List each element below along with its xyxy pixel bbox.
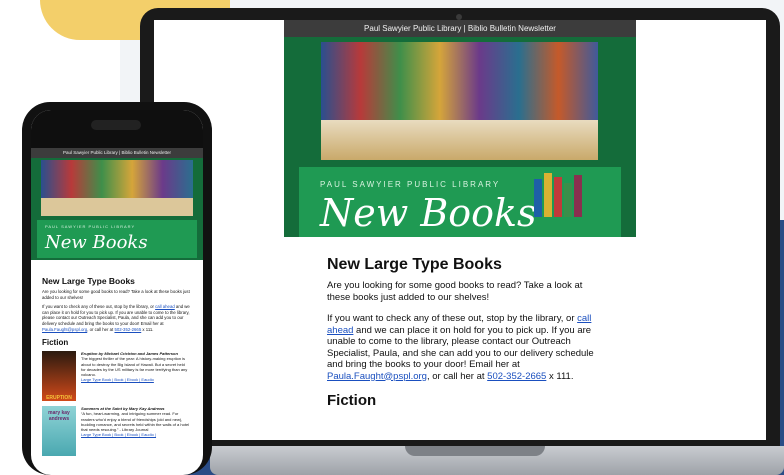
email-link[interactable]: Paula.Faught@pspl.org (327, 371, 427, 382)
phone-link[interactable]: 502-352-2665 (487, 371, 546, 382)
section-title: New Large Type Books (327, 256, 502, 273)
book-description: The biggest thriller of the year: A hist… (81, 356, 188, 377)
hero-kicker: PAUL SAWYIER PUBLIC LIBRARY (320, 180, 501, 189)
text: If you want to check any of these out, s… (42, 304, 156, 310)
newsletter-body: New Large Type Books Are you looking for… (327, 256, 607, 409)
section-title: New Large Type Books (42, 276, 135, 286)
fiction-heading: Fiction (327, 392, 377, 409)
format-links[interactable]: Large Type Book | Book | Ebook | Eaudio (81, 377, 190, 382)
notch (91, 120, 141, 130)
format-links[interactable]: Large Type Book | Book | Ebook | Eaudio … (81, 432, 190, 437)
book-description: “A fun, heart-warming, and intriguing su… (81, 411, 190, 432)
phone-link[interactable]: 502-352-2665 (114, 327, 141, 332)
book-icon (564, 183, 572, 217)
email-link[interactable]: Paula.Faught@pspl.org (42, 327, 87, 332)
phone-body: New Large Type Books Are you looking for… (42, 276, 190, 461)
hero-title: New Books (320, 191, 537, 235)
text: , or call her at (87, 326, 115, 332)
book-info: Eruption by Michael Crichton and James P… (81, 351, 190, 401)
text: x 111. (546, 370, 574, 382)
text: and we can place it on hold for you to p… (327, 324, 594, 371)
info-paragraph: If you want to check any of these out, s… (42, 304, 190, 332)
books-photo (321, 42, 598, 160)
hero-kicker: PAUL SAWYIER PUBLIC LIBRARY (45, 224, 136, 229)
laptop: Paul Sawyier Public Library | Biblio Bul… (140, 8, 780, 448)
book-cover[interactable]: ERUPTION (42, 351, 76, 402)
book-icon (544, 173, 552, 217)
fiction-heading: Fiction (42, 338, 69, 348)
phone-screen: Paul Sawyier Public Library | Biblio Bul… (31, 110, 203, 475)
hero-banner: PAUL SAWYIER PUBLIC LIBRARY New Books (284, 37, 636, 237)
cover-text: ERUPTION (46, 395, 72, 402)
book-icon (574, 175, 582, 217)
info-paragraph: If you want to check any of these out, s… (327, 313, 607, 382)
book-icon (534, 179, 542, 217)
text: If you want to check any of these out, s… (327, 313, 578, 324)
hero-title: New Books (45, 232, 148, 253)
call-ahead-link[interactable]: call ahead (155, 304, 175, 309)
phone-newsletter-header: Paul Sawyier Public Library | Biblio Bul… (31, 148, 203, 158)
text: , or call her at (426, 370, 488, 382)
text: x 111. (141, 326, 154, 332)
cover-text: mary kay andrews (48, 410, 70, 423)
books-photo (41, 160, 193, 216)
book-cover[interactable]: mary kay andrews (42, 406, 76, 457)
list-item: ERUPTION Eruption by Michael Crichton an… (42, 351, 190, 402)
intro-text: Are you looking for some good books to r… (327, 280, 583, 303)
book-icon (554, 177, 562, 217)
newsletter-header: Paul Sawyier Public Library | Biblio Bul… (284, 20, 636, 37)
laptop-screen: Paul Sawyier Public Library | Biblio Bul… (154, 20, 766, 440)
list-item: mary kay andrews Summers at the Saint by… (42, 406, 190, 457)
phone: Paul Sawyier Public Library | Biblio Bul… (22, 102, 212, 475)
book-info: Summers at the Saint by Mary Kay Andrews… (81, 406, 190, 456)
intro-text: Are you looking for some good books to r… (42, 289, 190, 300)
phone-status-bar (31, 110, 203, 148)
laptop-notch (405, 446, 545, 456)
phone-hero-banner: PAUL SAWYIER PUBLIC LIBRARY New Books (31, 158, 203, 260)
